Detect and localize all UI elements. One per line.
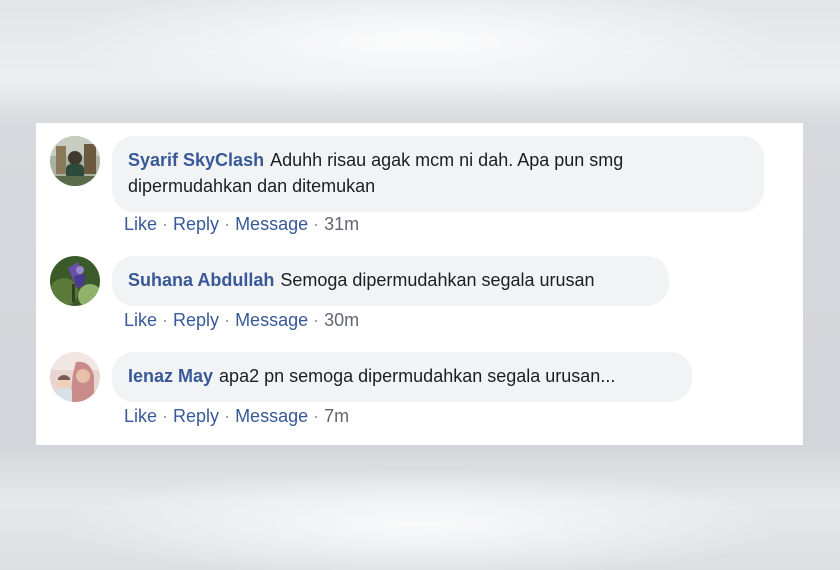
comment-bubble: Suhana Abdullah Semoga dipermudahkan sega… [112, 256, 669, 306]
separator: · [224, 406, 231, 426]
timestamp[interactable]: 30m [324, 310, 359, 330]
timestamp[interactable]: 31m [324, 214, 359, 234]
separator: · [162, 214, 169, 234]
message-link[interactable]: Message [235, 310, 308, 330]
message-link[interactable]: Message [235, 214, 308, 234]
comment-author[interactable]: Ienaz May [128, 366, 213, 386]
like-link[interactable]: Like [124, 406, 157, 426]
comment-actions: Like · Reply · Message · 31m [124, 214, 359, 235]
separator: · [313, 214, 320, 234]
comment-text: Aduhh risau agak mcm ni dah. Apa pun smg [270, 150, 624, 170]
comment-text: Semoga dipermudahkan segala urusan [280, 270, 595, 290]
comment-text: dipermudahkan dan ditemukan [128, 176, 376, 196]
avatar[interactable] [50, 256, 100, 306]
message-link[interactable]: Message [235, 406, 308, 426]
separator: · [313, 406, 320, 426]
reply-link[interactable]: Reply [173, 406, 219, 426]
avatar[interactable] [50, 352, 100, 402]
separator: · [162, 310, 169, 330]
separator: · [162, 406, 169, 426]
like-link[interactable]: Like [124, 214, 157, 234]
separator: · [313, 310, 320, 330]
comment-actions: Like · Reply · Message · 30m [124, 310, 359, 331]
avatar[interactable] [50, 136, 100, 186]
comment-author[interactable]: Syarif SkyClash [128, 150, 264, 170]
comments-panel: Syarif SkyClash Aduhh risau agak mcm ni d… [36, 123, 803, 445]
comment-actions: Like · Reply · Message · 7m [124, 406, 349, 427]
comment-text: apa2 pn semoga dipermudahkan segala urus… [219, 366, 616, 386]
separator: · [224, 214, 231, 234]
timestamp[interactable]: 7m [324, 406, 349, 426]
comment-bubble: Syarif SkyClash Aduhh risau agak mcm ni d… [112, 136, 764, 212]
reply-link[interactable]: Reply [173, 214, 219, 234]
separator: · [224, 310, 231, 330]
reply-link[interactable]: Reply [173, 310, 219, 330]
like-link[interactable]: Like [124, 310, 157, 330]
comment-author[interactable]: Suhana Abdullah [128, 270, 274, 290]
comment-bubble: Ienaz May apa2 pn semoga dipermudahkan se… [112, 352, 692, 402]
